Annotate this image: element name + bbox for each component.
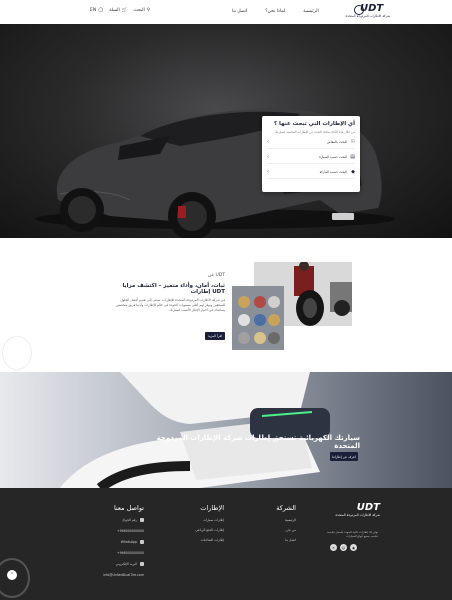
finder-option-size[interactable]: ‹ البحث بالمقاس ☉: [267, 139, 355, 149]
finder-description: من خلال هذه الأداة يمكنك البحث عن الإطار…: [274, 130, 355, 134]
ev-title: سيارتك الكهربائية تستحق إطارات شركة الإط…: [156, 434, 360, 450]
read-more-button[interactable]: اقرأ المزيد: [205, 332, 225, 340]
sports-car-image: [35, 108, 395, 238]
contact-phone[interactable]: +966000000000: [100, 529, 144, 533]
site-header: EN ◯ السلة 🛒 البحث ⚲ اتصل بنا لماذا نحن؟…: [0, 0, 452, 24]
about-title: ثبات، أمان، وأداء متميز – اكتشف مزايا إط…: [122, 283, 225, 295]
tire-watermark-icon: [2, 336, 32, 370]
tire-icon: ☉: [350, 139, 355, 145]
social-links: ✕ ☺ ◉: [330, 544, 357, 551]
contact-email[interactable]: info@UnitedDualTire.com: [100, 573, 144, 577]
footer-link[interactable]: اتصل بنا: [256, 538, 296, 542]
search-icon: ⚲: [146, 8, 151, 13]
finder-option-car[interactable]: ‹ البحث حسب السيارة ▤: [267, 154, 355, 164]
site-footer: UDT شركة الاطارات المزدوجة المتحدة نوفر …: [0, 488, 452, 600]
footer-company-title: الشركة: [276, 504, 296, 512]
footer-tires-column: الإطارات إطارات سيارات إطارات الدفع الرب…: [180, 504, 224, 548]
contact-email-label: البريد الإلكتروني: [100, 562, 144, 566]
logo-mark: UDT: [353, 3, 384, 15]
nav-item-why-us[interactable]: لماذا نحن؟: [265, 9, 285, 14]
search-link[interactable]: البحث ⚲: [133, 8, 150, 13]
footer-tires-title: الإطارات: [200, 504, 224, 512]
footer-description: نوفر لك إطارات عالية الجودة بأسعار مناسب…: [327, 530, 378, 538]
tire-finder-card: أي الإطارات التي تبحث عنها ؟ من خلال هذه…: [262, 116, 360, 192]
footer-contact-column: تواصل معنا رقم الجوال +966000000000 What…: [100, 504, 144, 584]
footer-logo[interactable]: UDT شركة الاطارات المزدوجة المتحدة: [330, 502, 381, 517]
footer-link[interactable]: إطارات سيارات: [180, 518, 224, 522]
finder-option-brand[interactable]: ‹ البحث حسب الماركة ◆: [267, 169, 355, 179]
about-section: عن UDT ثبات، أمان، وأداء متميز – اكتشف م…: [0, 238, 452, 372]
tag-icon: ◆: [351, 169, 355, 175]
x-icon[interactable]: ✕: [330, 544, 337, 551]
language-switch[interactable]: EN ◯: [90, 8, 103, 13]
nav-item-contact[interactable]: اتصل بنا: [232, 9, 247, 14]
ev-charger-image: [60, 372, 330, 488]
footer-link[interactable]: من نحن: [256, 528, 296, 532]
finder-title: أي الإطارات التي تبحث عنها ؟: [273, 121, 355, 127]
about-label: عن UDT: [207, 273, 225, 278]
ev-learn-button[interactable]: اعرف عن إطاراتنا: [330, 452, 358, 461]
header-utilities: EN ◯ السلة 🛒 البحث ⚲: [90, 8, 150, 13]
main-nav: اتصل بنا لماذا نحن؟ الرئيسية: [232, 9, 319, 14]
footer-link[interactable]: إطارات الشاحنات: [180, 538, 224, 542]
contact-whatsapp-label: WhatsApp: [100, 540, 144, 544]
scroll-top-button[interactable]: ⌃: [7, 570, 17, 580]
footer-link[interactable]: الرئيسية: [256, 518, 296, 522]
footer-company-column: الشركة الرئيسية من نحن اتصل بنا: [256, 504, 296, 548]
phone-icon: [140, 518, 144, 522]
cart-link[interactable]: السلة 🛒: [109, 8, 127, 13]
ev-banner: سيارتك الكهربائية تستحق إطارات شركة الإط…: [0, 372, 452, 488]
globe-icon: ◯: [98, 8, 104, 13]
contact-whatsapp[interactable]: +966000000000: [100, 551, 144, 555]
instagram-icon[interactable]: ◉: [350, 544, 357, 551]
snapchat-icon[interactable]: ☺: [340, 544, 347, 551]
car-icon: ▤: [350, 154, 355, 160]
nav-item-home[interactable]: الرئيسية: [303, 9, 319, 14]
whatsapp-icon: [140, 540, 144, 544]
footer-contact-title: تواصل معنا: [113, 504, 144, 512]
cart-icon: 🛒: [121, 8, 128, 13]
mail-icon: [140, 562, 144, 566]
contact-phone-label: رقم الجوال: [100, 518, 144, 522]
logo-text: شركة الاطارات المزدوجة المتحدة: [345, 14, 391, 18]
hero-banner: أي الإطارات التي تبحث عنها ؟ من خلال هذه…: [0, 24, 452, 238]
footer-link[interactable]: إطارات الدفع الرباعي: [180, 528, 224, 532]
about-photos: [232, 262, 352, 350]
about-body: في شركة الاطارات المزدوجة المتحدة للإطار…: [116, 298, 225, 312]
site-logo[interactable]: UDT شركة الاطارات المزدوجة المتحدة: [340, 3, 391, 23]
